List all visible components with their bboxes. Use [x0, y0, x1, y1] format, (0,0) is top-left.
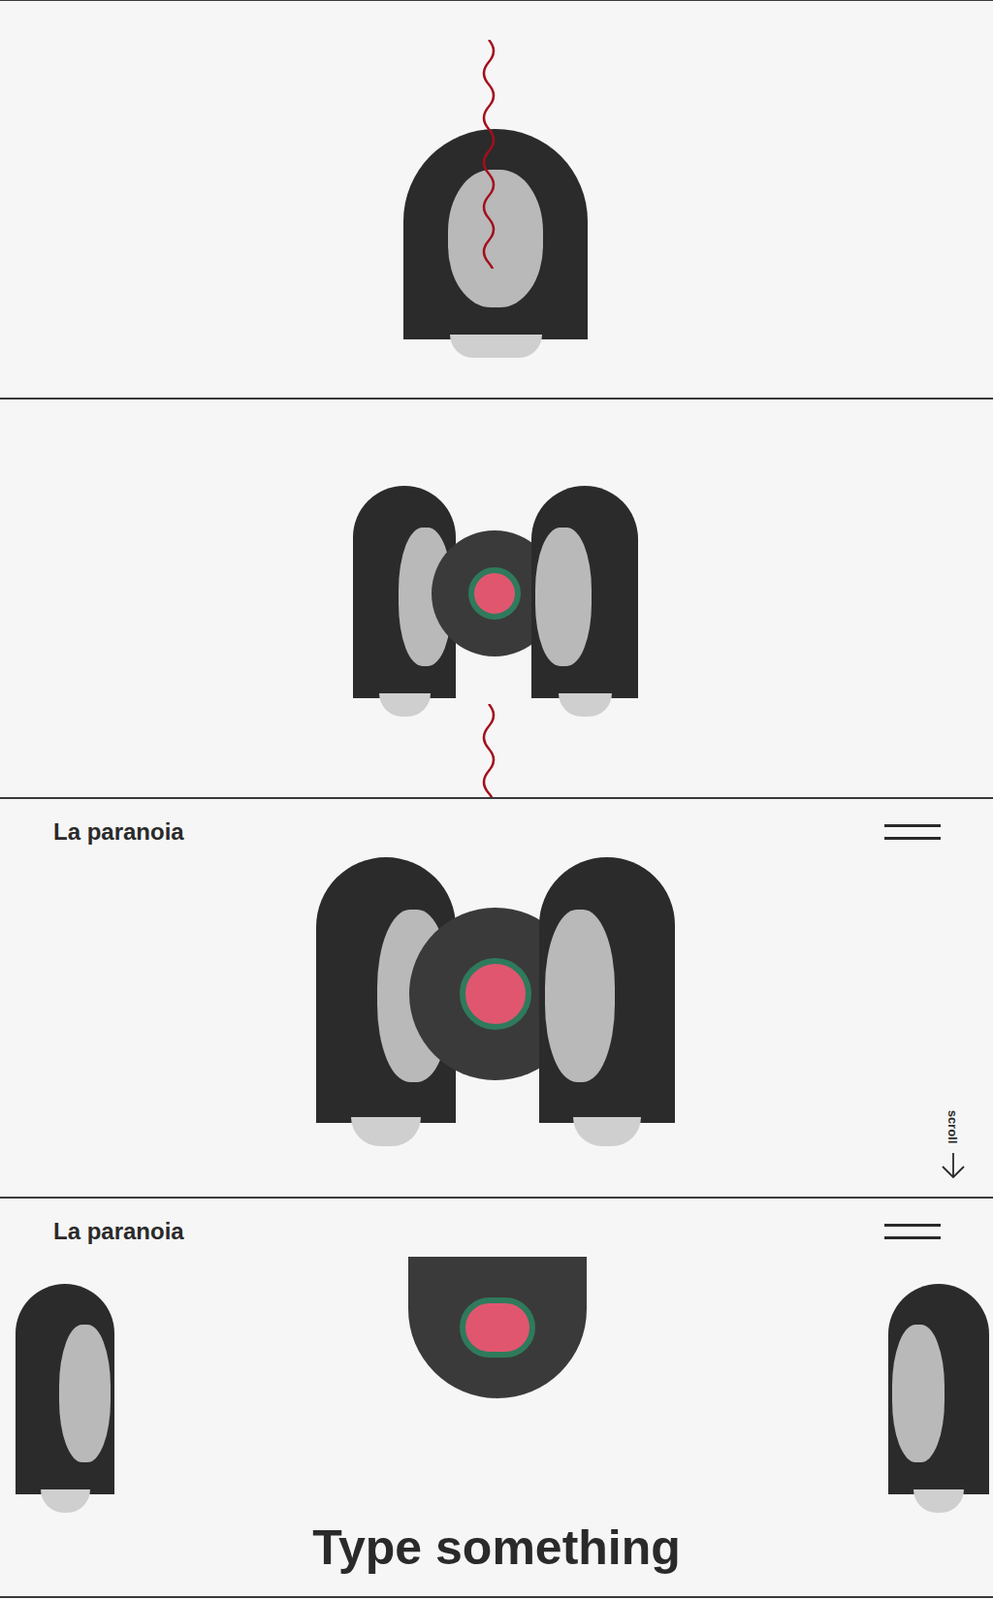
- brand-title[interactable]: La paranoia: [53, 1216, 185, 1248]
- top-bar: La paranoia: [0, 1198, 993, 1248]
- red-wave-icon: [481, 704, 506, 798]
- menu-bar-icon: [884, 836, 941, 840]
- menu-bar-icon: [884, 1223, 941, 1227]
- page: La paranoia scroll La paranoia Type somethi…: [0, 0, 993, 1599]
- brand-title[interactable]: La paranoia: [53, 816, 185, 848]
- eye-roses-photo: [408, 1256, 587, 1399]
- menu-button[interactable]: [884, 1219, 941, 1244]
- frame-single-face: [0, 0, 993, 400]
- menu-bar-icon: [884, 1236, 941, 1240]
- portrait-photo: [888, 1283, 990, 1513]
- frame-header-view: La paranoia scroll: [0, 799, 993, 1199]
- portrait-photo: [403, 128, 588, 358]
- portrait-photo: [15, 1283, 115, 1513]
- headline: Type something: [0, 1518, 993, 1597]
- portrait-photo: [539, 857, 675, 1147]
- red-wave-icon: [481, 39, 506, 269]
- portrait-photo: [531, 485, 639, 717]
- frame-open-faces: [0, 399, 993, 800]
- frame-type-view: La paranoia Type something: [0, 1198, 993, 1599]
- top-bar: La paranoia: [0, 799, 993, 848]
- menu-button[interactable]: [884, 820, 941, 844]
- menu-bar-icon: [884, 824, 941, 828]
- scroll-hint[interactable]: scroll: [935, 1109, 970, 1180]
- arrow-down-icon: [940, 1152, 966, 1180]
